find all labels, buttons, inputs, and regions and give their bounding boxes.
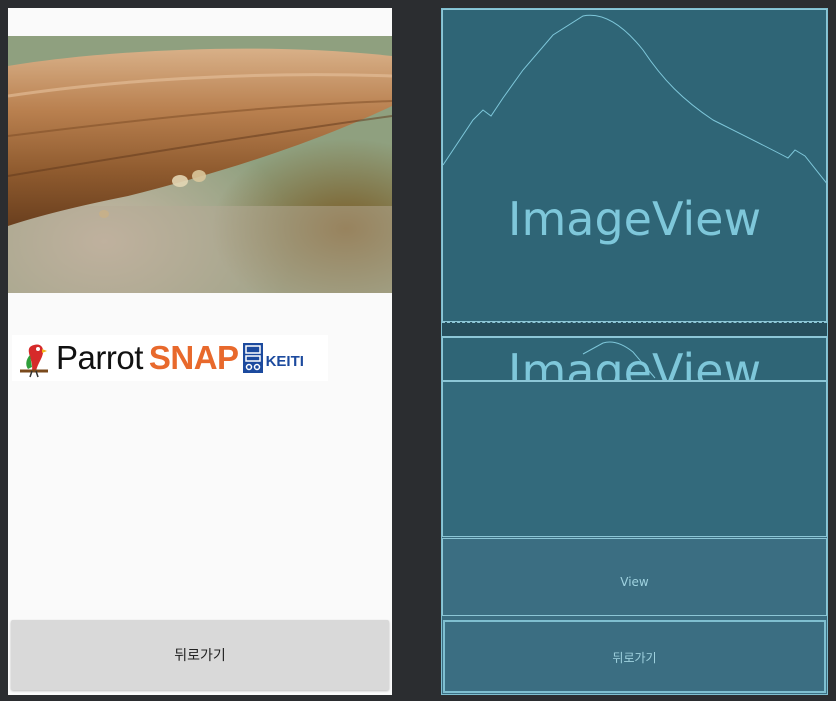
blueprint-imageview-main[interactable]: ImageView: [442, 9, 827, 322]
blueprint-view[interactable]: View: [442, 538, 827, 616]
design-preview: Parrot SNAP KEITI 뒤로가기: [8, 8, 392, 695]
logo-imageview[interactable]: Parrot SNAP KEITI: [12, 335, 328, 381]
blueprint-view-label: View: [620, 575, 649, 589]
blueprint-divider: [442, 322, 827, 337]
water-drop-photo: [8, 36, 392, 293]
blueprint-back-button[interactable]: 뒤로가기: [443, 620, 826, 693]
logo-snap-text: SNAP: [148, 339, 239, 376]
blueprint-back-button-label: 뒤로가기: [612, 651, 657, 665]
photo-imageview[interactable]: [8, 36, 392, 293]
blueprint-view: ImageView ImageView View 뒤로가기: [441, 8, 828, 695]
back-button[interactable]: 뒤로가기: [11, 620, 389, 690]
blueprint-imageview-logo-label: ImageView: [507, 344, 762, 381]
logo-keiti-text: KEITI: [265, 352, 304, 370]
logo-parrot-text: Parrot: [56, 339, 143, 376]
blueprint-imageview-logo[interactable]: ImageView: [442, 337, 827, 381]
imageview-placeholder-icon: [443, 14, 826, 184]
parrot-logo-icon: [20, 344, 48, 378]
blueprint-imageview-main-label: ImageView: [507, 192, 762, 246]
seal-logo-icon: [242, 343, 263, 373]
blueprint-empty-area: [442, 381, 827, 537]
